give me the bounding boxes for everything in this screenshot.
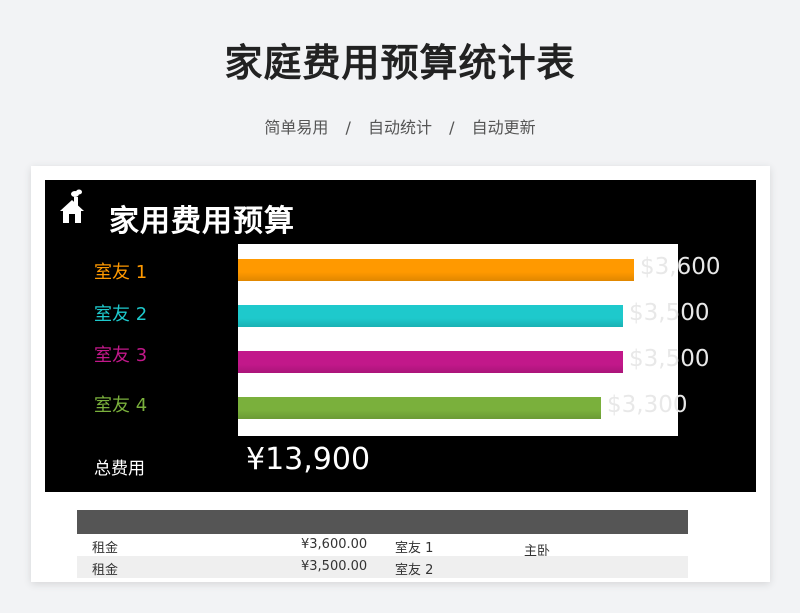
budget-panel: 家用费用预算 室友 1 室友 2 室友 3 室友 4 $3,600 $3,500…	[45, 180, 756, 492]
cell-category: 租金	[92, 563, 119, 578]
budget-bar-chart: $3,600 $3,500 $3,500 $3,300	[238, 244, 720, 436]
roommate-label-1: 室友 1	[94, 262, 148, 283]
expense-table: 租金 ¥3,600.00 室友 1 主卧 租金 ¥3,500.00 室友 2	[77, 510, 688, 578]
roommate-label-3: 室友 3	[94, 345, 148, 366]
roommate-label-4: 室友 4	[94, 395, 148, 416]
total-value: ¥13,900	[246, 442, 371, 477]
house-icon	[60, 189, 84, 223]
bar-value-2: $3,500	[629, 300, 710, 326]
feature-easy: 简单易用	[264, 118, 329, 137]
cell-roommate: 室友 2	[395, 563, 434, 578]
bar-value-4: $3,300	[607, 392, 688, 418]
feature-auto-stat: 自动统计	[367, 118, 432, 137]
cell-amount: ¥3,500.00	[301, 559, 368, 574]
feature-separator: /	[345, 118, 351, 137]
bar-value-1: $3,600	[640, 254, 721, 280]
roommate-label-2: 室友 2	[94, 304, 148, 325]
bar-value-3: $3,500	[629, 346, 710, 372]
table-row[interactable]: 租金 ¥3,500.00 室友 2	[77, 556, 688, 578]
cell-amount: ¥3,600.00	[301, 537, 368, 552]
bar-roommate-2	[238, 305, 623, 327]
total-label: 总费用	[94, 459, 145, 479]
panel-title: 家用费用预算	[109, 204, 295, 239]
page-title: 家庭费用预算统计表	[224, 41, 576, 85]
cell-roommate: 室友 1	[395, 541, 434, 556]
table-header	[77, 510, 688, 534]
feature-list: 简单易用 / 自动统计 / 自动更新	[0, 114, 800, 138]
table-row[interactable]: 租金 ¥3,600.00 室友 1 主卧	[77, 534, 688, 559]
bar-roommate-1	[238, 259, 634, 281]
bar-roommate-4	[238, 397, 601, 419]
feature-separator: /	[449, 118, 455, 137]
cell-category: 租金	[92, 541, 119, 556]
bar-roommate-3	[238, 351, 623, 373]
feature-auto-update: 自动更新	[471, 118, 536, 137]
budget-card: 家用费用预算 室友 1 室友 2 室友 3 室友 4 $3,600 $3,500…	[31, 166, 770, 582]
